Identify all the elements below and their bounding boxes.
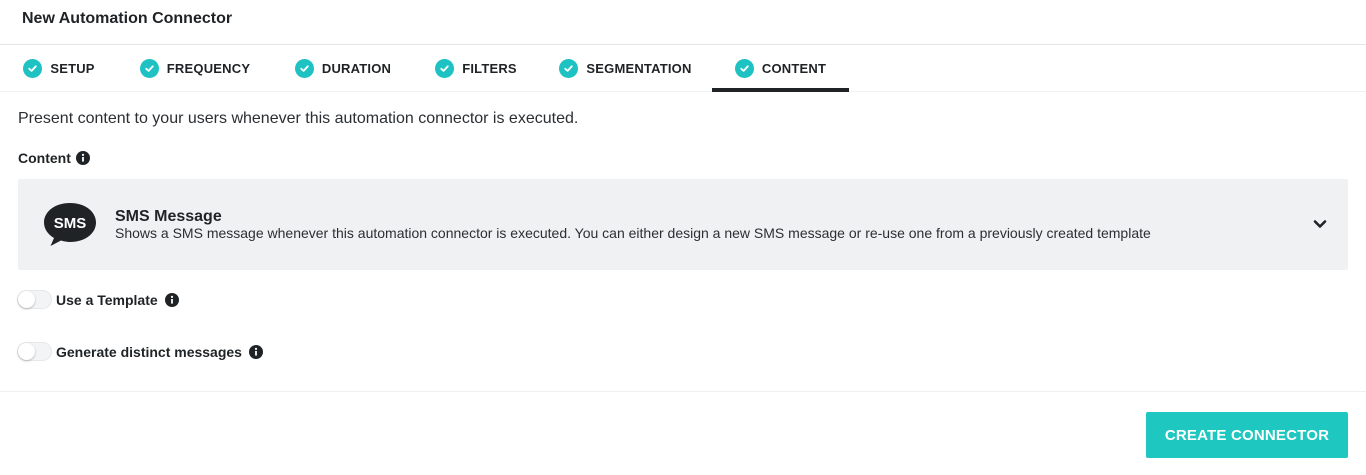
tab-label: SETUP [50,61,95,76]
tab-content[interactable]: CONTENT [712,45,849,92]
check-circle-icon [139,59,159,78]
check-circle-icon [734,59,754,78]
use-template-row: Use a Template [17,290,179,309]
info-icon[interactable] [164,292,179,307]
check-circle-icon [435,59,455,78]
content-section-label: Content [18,150,90,166]
tab-duration[interactable]: DURATION [287,45,399,92]
toggle-knob [18,343,35,360]
check-circle-icon [294,59,314,78]
use-template-toggle[interactable] [17,290,52,309]
use-template-label: Use a Template [56,291,158,308]
tab-label: SEGMENTATION [586,61,692,76]
sms-card-title: SMS Message [115,208,222,225]
page-title: New Automation Connector [22,10,233,27]
tab-label: CONTENT [761,61,827,76]
sms-message-card[interactable]: SMS SMS Message Shows a SMS message when… [18,179,1348,270]
tab-frequency[interactable]: FREQUENCY [132,45,258,92]
tab-label: FILTERS [462,61,517,76]
tab-setup[interactable]: SETUP [14,45,104,92]
generate-distinct-row: Generate distinct messages [17,342,263,361]
tab-label: DURATION [321,61,392,76]
sms-icon-text: SMS [54,215,87,232]
toggle-knob [18,291,35,308]
chevron-down-icon[interactable] [1312,216,1328,232]
info-icon[interactable] [75,151,90,165]
footer: CREATE CONNECTOR [0,391,1366,475]
header: New Automation Connector [0,0,1366,45]
generate-distinct-label: Generate distinct messages [56,343,242,360]
sms-card-description: Shows a SMS message whenever this automa… [115,225,1151,241]
check-circle-icon [23,59,43,78]
sms-bubble-icon: SMS [44,203,96,246]
content-label: Content [18,150,71,166]
check-circle-icon [559,59,579,78]
tab-segmentation[interactable]: SEGMENTATION [553,45,698,92]
tab-filters[interactable]: FILTERS [430,45,522,92]
wizard-tabs: SETUP FREQUENCY DURATION FILTERS SEGMENT… [0,45,1366,92]
tab-label: FREQUENCY [166,61,251,76]
info-icon[interactable] [248,344,263,359]
intro-text: Present content to your users whenever t… [18,110,579,127]
generate-distinct-toggle[interactable] [17,342,52,361]
create-connector-button[interactable]: CREATE CONNECTOR [1146,412,1348,458]
